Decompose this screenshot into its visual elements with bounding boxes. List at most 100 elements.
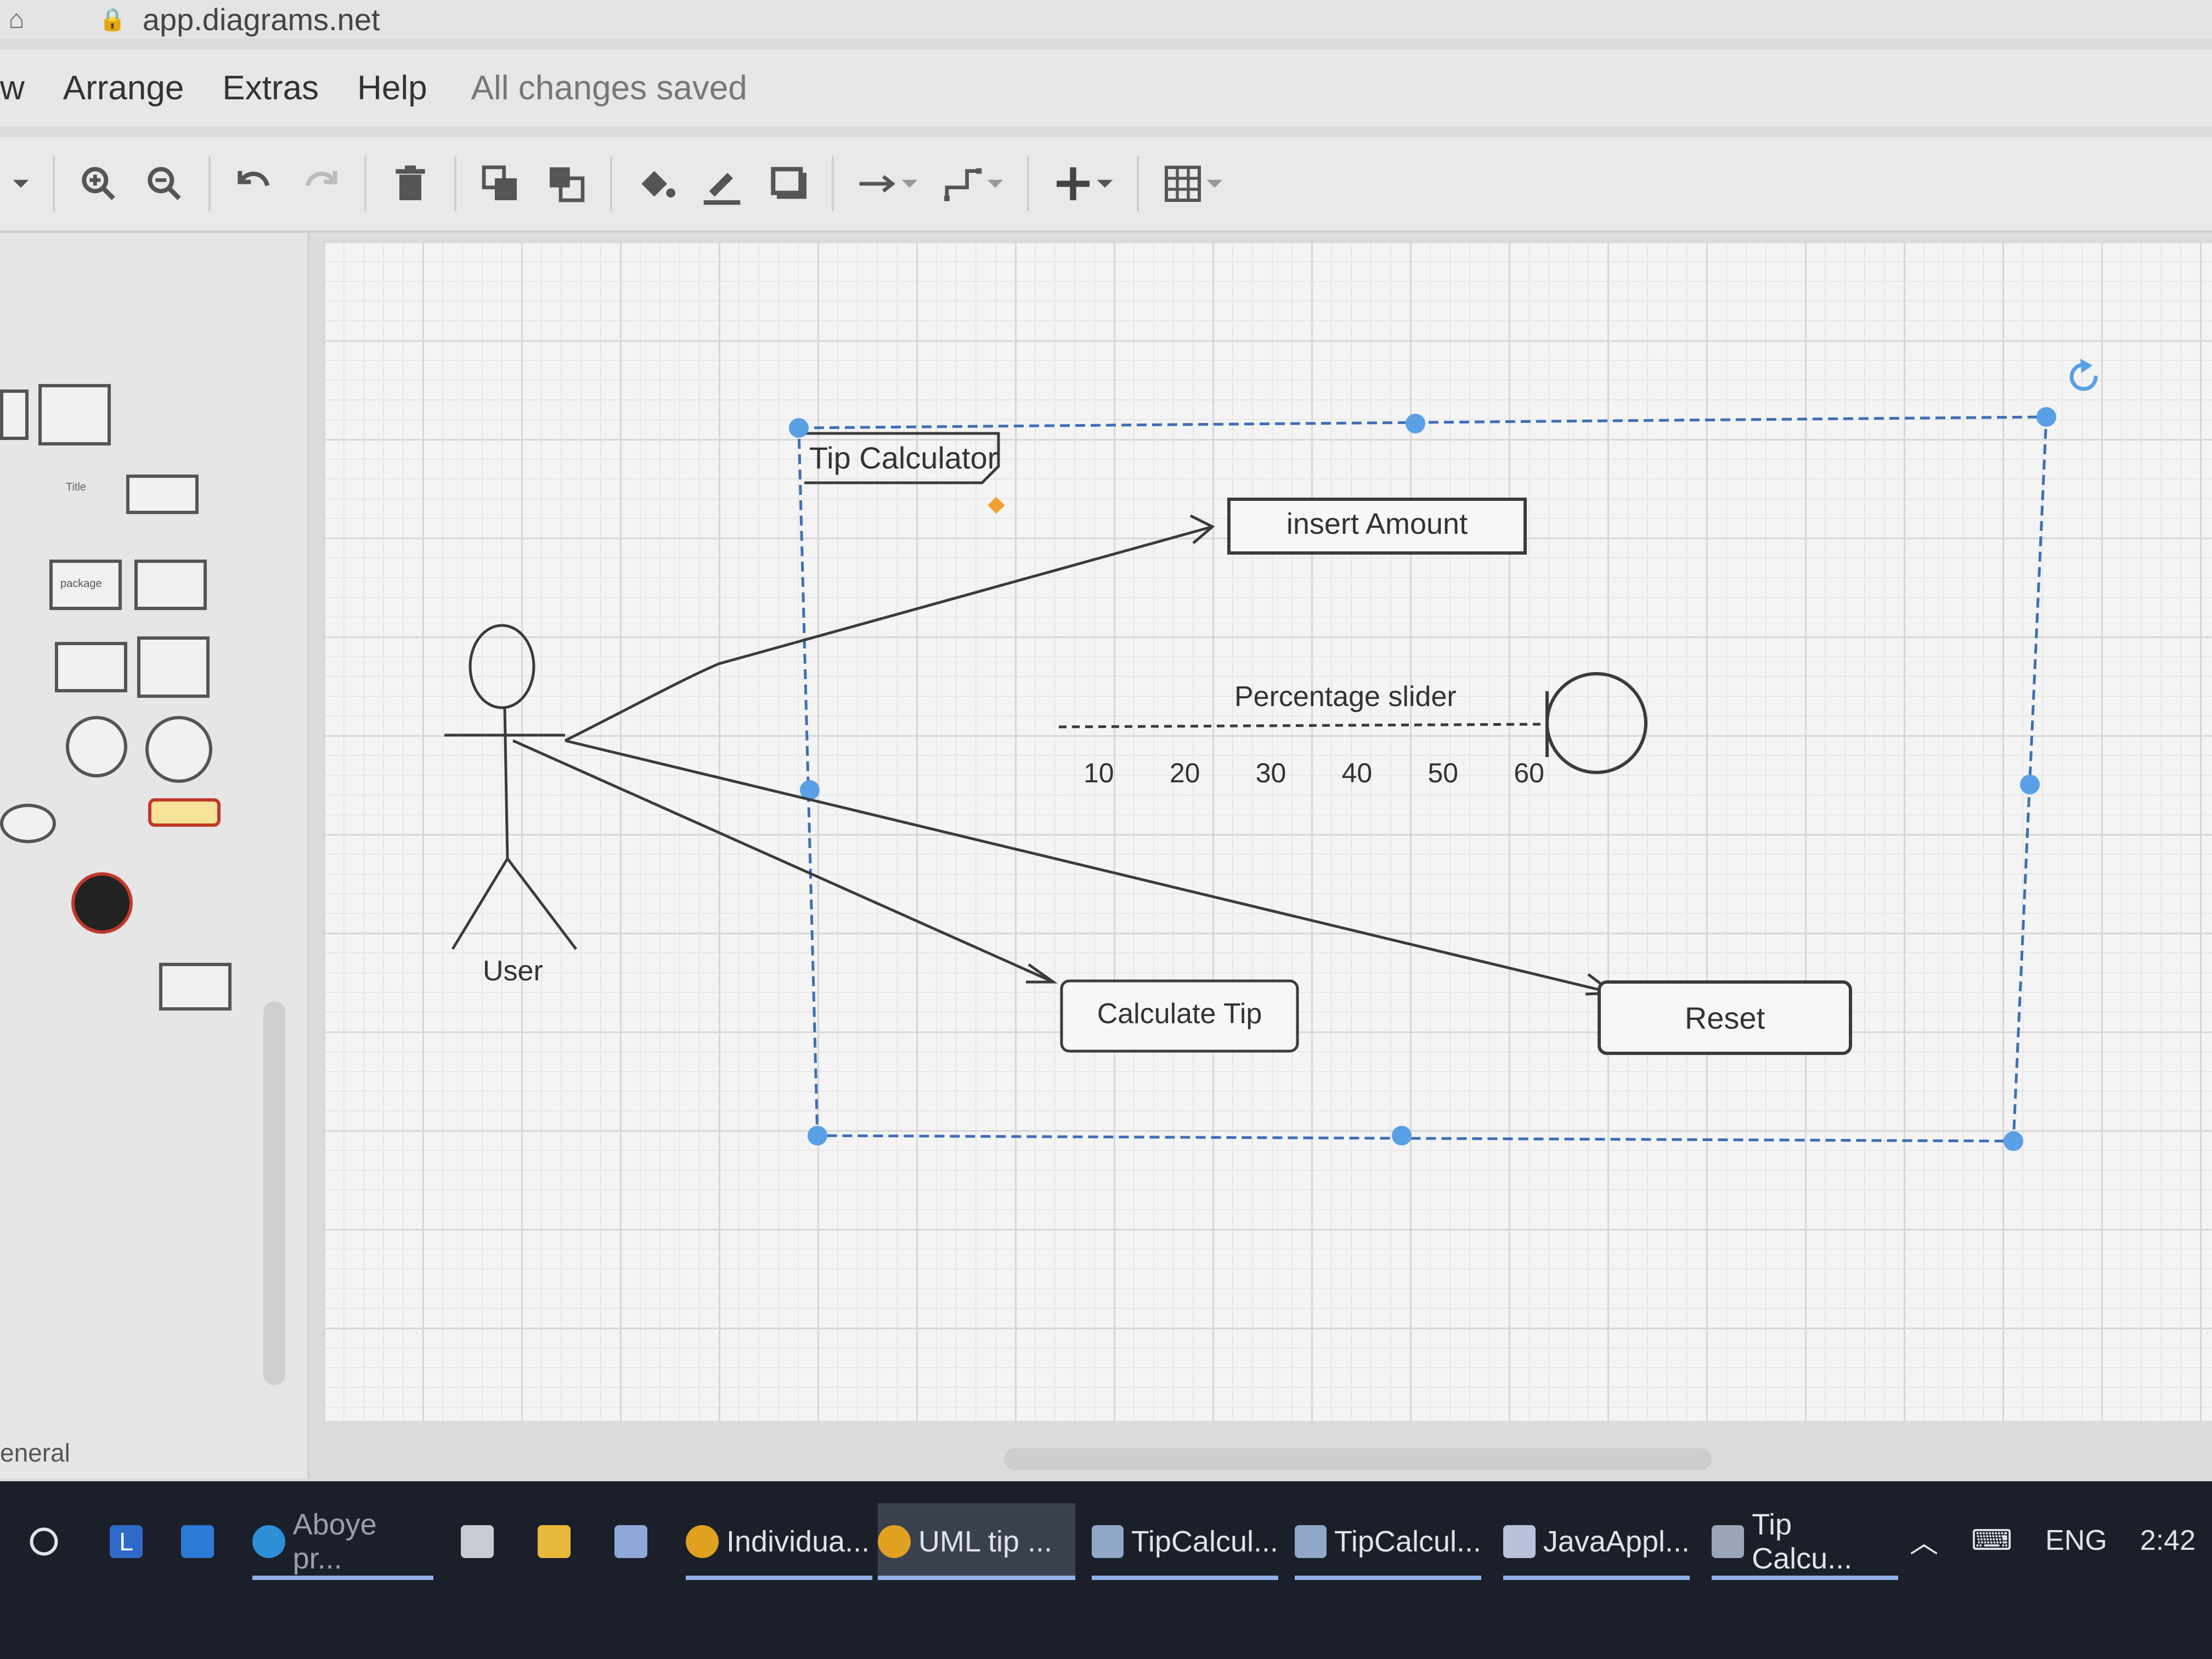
shape-title[interactable]: [126, 475, 199, 514]
cube-icon: [1503, 1525, 1536, 1558]
taskbar-javaappl[interactable]: JavaAppl...: [1503, 1503, 1690, 1580]
selection-handle[interactable]: [2004, 1131, 2023, 1151]
insert-button[interactable]: [1051, 151, 1115, 217]
taskbar-tipcalcul-1[interactable]: TipCalcul...: [1092, 1503, 1278, 1580]
vscode-icon: [181, 1525, 214, 1558]
shape-ellipse[interactable]: [0, 804, 56, 843]
slider-track[interactable]: [1058, 723, 1548, 729]
line-to-calculate-tip[interactable]: [512, 739, 1054, 984]
address-bar[interactable]: ⌂ 🔒 app.diagrams.net: [0, 0, 2212, 38]
shape-lifeline-note[interactable]: [148, 798, 221, 827]
shape-initial-state[interactable]: [71, 872, 133, 934]
paint-bucket-icon: [641, 171, 675, 198]
selection-handle[interactable]: [789, 418, 809, 438]
chevron-up-icon[interactable]: ︿: [1910, 1520, 1938, 1561]
menu-item-help[interactable]: Help: [357, 69, 427, 108]
delete-button[interactable]: [388, 151, 432, 217]
address-url[interactable]: app.diagrams.net: [143, 2, 380, 37]
shape-box-a[interactable]: [55, 642, 127, 692]
taskbar-tip-calcu[interactable]: Tip Calcu...: [1712, 1503, 1898, 1580]
chevron-down-icon: [1097, 179, 1113, 188]
line-to-insert-amount[interactable]: [564, 525, 1213, 742]
shape-boundary[interactable]: [66, 716, 127, 777]
connection-style-button[interactable]: [856, 151, 919, 217]
toolbar-divider: [454, 156, 456, 211]
reset-label: Reset: [1684, 1001, 1765, 1035]
calculate-tip-label: Calculate Tip: [1097, 998, 1262, 1030]
taskbar-cube-app[interactable]: [614, 1503, 658, 1580]
to-back-button[interactable]: [544, 151, 588, 217]
taskbar-tipcalcul-2[interactable]: TipCalcul...: [1295, 1503, 1481, 1580]
zoom-in-button[interactable]: [77, 151, 121, 217]
frame-diamond-handle[interactable]: [988, 496, 1005, 514]
waypoints-button[interactable]: [941, 151, 1005, 217]
shapes-sidebar: Title package eneral: [0, 233, 309, 1479]
selection-handle[interactable]: [2020, 775, 2040, 794]
running-indicator: [1712, 1576, 1898, 1580]
toolbar-divider: [53, 156, 55, 211]
system-tray: ︿ ⌨ ENG 2:42: [1910, 1520, 2196, 1561]
selection-handle[interactable]: [1406, 414, 1425, 433]
line-color-button[interactable]: [700, 151, 744, 217]
menu-item-view[interactable]: w: [0, 69, 25, 108]
running-indicator: [1092, 1576, 1278, 1580]
undo-button[interactable]: [233, 151, 276, 217]
redo-button[interactable]: [298, 151, 342, 217]
shape-entity[interactable]: [145, 716, 212, 783]
folder-icon: [538, 1525, 571, 1558]
save-status: All changes saved: [471, 69, 747, 107]
shape-activation[interactable]: [159, 963, 232, 1011]
shape-list[interactable]: [0, 390, 29, 440]
taskbar-chrome-uml-tip[interactable]: UML tip ...: [878, 1503, 1075, 1580]
keyboard-icon[interactable]: ⌨: [1971, 1524, 2012, 1557]
selection-handle[interactable]: [1392, 1126, 1412, 1146]
view-dropdown-button[interactable]: [11, 151, 31, 217]
rotate-arrowhead: [2080, 359, 2092, 373]
home-icon[interactable]: ⌂: [0, 3, 33, 36]
menu-item-arrange[interactable]: Arrange: [63, 69, 184, 108]
taskbar-file-explorer[interactable]: [538, 1503, 582, 1580]
to-front-button[interactable]: [478, 151, 522, 217]
window-icon: [1092, 1525, 1124, 1558]
diagram-canvas[interactable]: Tip Calculator insert Amount Calculate T…: [324, 241, 2212, 1421]
search-circle-icon: [30, 1527, 58, 1556]
arrowhead-calculate-tip: [1026, 963, 1058, 984]
shadow-icon: [771, 167, 806, 199]
taskbar-vscode[interactable]: [181, 1503, 230, 1580]
slider-knob[interactable]: [1545, 672, 1647, 774]
shape-frame[interactable]: [134, 560, 207, 610]
taskbar-search[interactable]: [27, 1503, 82, 1580]
menu-bar: w Arrange Extras Help All changes saved: [0, 49, 2212, 126]
toolbar-divider: [610, 156, 612, 211]
chevron-down-icon: [1206, 179, 1223, 188]
taskbar-app-l[interactable]: L: [110, 1503, 159, 1580]
shadow-button[interactable]: [766, 151, 810, 217]
taskbar-chrome-individua[interactable]: Individua...: [686, 1503, 872, 1580]
shape-class[interactable]: [38, 384, 111, 445]
actor-user[interactable]: [444, 624, 577, 950]
sidebar-section-general[interactable]: eneral: [0, 1438, 70, 1468]
undo-icon: [238, 171, 270, 187]
taskbar-file-app[interactable]: [461, 1503, 505, 1580]
menu-item-extras[interactable]: Extras: [222, 69, 319, 108]
sidebar-scrollbar[interactable]: [263, 1001, 285, 1385]
selection-handle[interactable]: [808, 1126, 827, 1146]
table-button[interactable]: [1161, 151, 1224, 217]
clock[interactable]: 2:42: [2140, 1524, 2196, 1557]
zoom-out-button[interactable]: [143, 151, 187, 217]
lock-icon: 🔒: [99, 7, 126, 32]
chrome-icon: [686, 1525, 719, 1558]
language-indicator[interactable]: ENG: [2045, 1524, 2107, 1557]
app-root: ⌂ 🔒 app.diagrams.net w Arrange Extras He…: [0, 0, 2212, 1659]
canvas-horizontal-scrollbar[interactable]: [1004, 1448, 1712, 1470]
taskbar-edge-aboye[interactable]: Aboye pr...: [252, 1503, 433, 1580]
slider-tick: 20: [1169, 758, 1200, 788]
slider-tick: 30: [1255, 758, 1286, 788]
shape-box-b[interactable]: [137, 636, 210, 698]
selection-handle[interactable]: [2036, 407, 2056, 427]
associations: [512, 514, 1617, 996]
zoom-in-icon: [82, 167, 115, 200]
chevron-down-icon: [987, 179, 1003, 188]
fill-color-button[interactable]: [634, 151, 678, 217]
running-indicator: [686, 1576, 872, 1580]
